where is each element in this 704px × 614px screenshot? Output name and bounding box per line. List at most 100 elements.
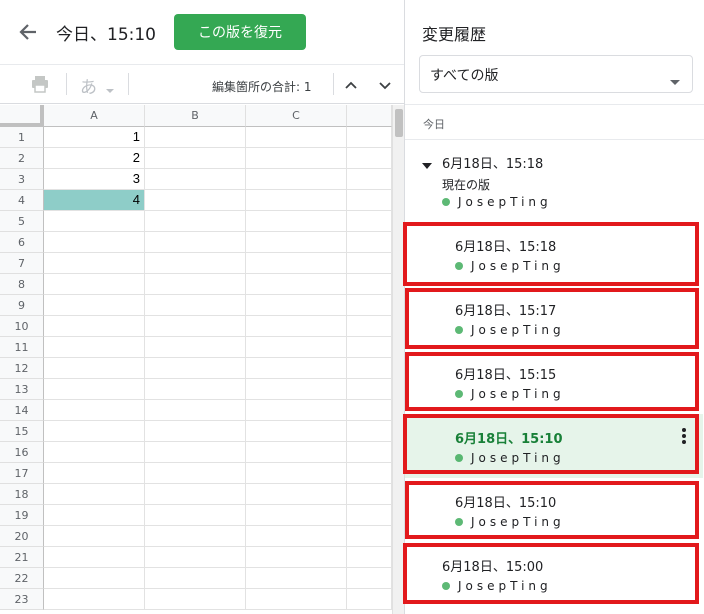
input-tools-button[interactable]: あ [80, 73, 97, 98]
cell[interactable]: 1 [44, 127, 145, 148]
row-header[interactable]: 15 [0, 421, 44, 442]
cell[interactable] [145, 442, 246, 463]
cell[interactable] [246, 547, 347, 568]
cell[interactable] [44, 547, 145, 568]
cell[interactable] [145, 253, 246, 274]
cell[interactable] [347, 526, 392, 547]
cell[interactable] [145, 421, 246, 442]
column-header-c[interactable]: C [246, 105, 347, 127]
cell[interactable] [347, 169, 392, 190]
cell[interactable] [145, 358, 246, 379]
cell[interactable] [44, 589, 145, 610]
cell[interactable] [347, 232, 392, 253]
cell[interactable] [246, 190, 347, 211]
cell[interactable] [347, 253, 392, 274]
column-header-d[interactable] [347, 105, 392, 127]
cell[interactable] [246, 505, 347, 526]
cell[interactable] [44, 295, 145, 316]
cell[interactable]: 4 [44, 190, 145, 211]
version-filter-select[interactable]: すべての版 [419, 55, 693, 93]
print-icon[interactable] [30, 74, 50, 94]
row-header[interactable]: 8 [0, 274, 44, 295]
cell[interactable] [347, 442, 392, 463]
cell[interactable] [145, 148, 246, 169]
cell[interactable] [246, 379, 347, 400]
cell[interactable] [145, 463, 246, 484]
row-header[interactable]: 6 [0, 232, 44, 253]
cell[interactable] [145, 295, 246, 316]
previous-edit-icon[interactable] [342, 77, 360, 93]
cell[interactable] [145, 568, 246, 589]
cell[interactable] [246, 589, 347, 610]
cell[interactable] [347, 589, 392, 610]
cell[interactable] [347, 274, 392, 295]
cell[interactable] [246, 169, 347, 190]
vertical-scrollbar[interactable] [392, 105, 404, 614]
cell[interactable] [44, 421, 145, 442]
cell[interactable] [44, 568, 145, 589]
cell[interactable] [44, 316, 145, 337]
cell[interactable] [246, 358, 347, 379]
restore-version-button[interactable]: この版を復元 [174, 14, 306, 50]
scrollbar-thumb[interactable] [395, 109, 403, 137]
cell[interactable] [246, 421, 347, 442]
cell[interactable] [145, 589, 246, 610]
cell[interactable] [145, 211, 246, 232]
cell[interactable] [347, 484, 392, 505]
row-header[interactable]: 1 [0, 127, 44, 148]
row-header[interactable]: 4 [0, 190, 44, 211]
cell[interactable] [347, 127, 392, 148]
cell[interactable] [145, 400, 246, 421]
cell[interactable] [145, 190, 246, 211]
cell[interactable] [347, 316, 392, 337]
cell[interactable] [145, 337, 246, 358]
select-all-corner[interactable] [0, 105, 44, 127]
cell[interactable]: 3 [44, 169, 145, 190]
cell[interactable] [44, 442, 145, 463]
cell[interactable] [347, 211, 392, 232]
row-header[interactable]: 2 [0, 148, 44, 169]
next-edit-icon[interactable] [376, 77, 394, 93]
cell[interactable] [246, 526, 347, 547]
cell[interactable]: 2 [44, 148, 145, 169]
cell[interactable] [246, 274, 347, 295]
cell[interactable] [145, 232, 246, 253]
cell[interactable] [246, 484, 347, 505]
cell[interactable] [347, 400, 392, 421]
cell[interactable] [44, 463, 145, 484]
cell[interactable] [347, 148, 392, 169]
row-header[interactable]: 9 [0, 295, 44, 316]
cell[interactable] [145, 169, 246, 190]
row-header[interactable]: 11 [0, 337, 44, 358]
cell[interactable] [44, 505, 145, 526]
cell[interactable] [44, 337, 145, 358]
cell[interactable] [246, 253, 347, 274]
cell[interactable] [145, 316, 246, 337]
cell[interactable] [347, 463, 392, 484]
column-header-b[interactable]: B [145, 105, 246, 127]
cell[interactable] [44, 400, 145, 421]
cell[interactable] [347, 421, 392, 442]
row-header[interactable]: 14 [0, 400, 44, 421]
current-version-time[interactable]: 6月18日、15:18 [442, 153, 543, 172]
cell[interactable] [145, 547, 246, 568]
cell[interactable] [44, 526, 145, 547]
cell[interactable] [347, 505, 392, 526]
row-header[interactable]: 12 [0, 358, 44, 379]
cell[interactable] [347, 547, 392, 568]
cell[interactable] [145, 274, 246, 295]
cell[interactable] [347, 295, 392, 316]
row-header[interactable]: 16 [0, 442, 44, 463]
cell[interactable] [347, 568, 392, 589]
cell[interactable] [44, 358, 145, 379]
cell[interactable] [44, 253, 145, 274]
cell[interactable] [347, 379, 392, 400]
cell[interactable] [347, 358, 392, 379]
row-header[interactable]: 20 [0, 526, 44, 547]
cell[interactable] [145, 379, 246, 400]
row-header[interactable]: 5 [0, 211, 44, 232]
row-header[interactable]: 13 [0, 379, 44, 400]
cell[interactable] [44, 484, 145, 505]
back-arrow-icon[interactable] [14, 18, 42, 46]
cell[interactable] [246, 463, 347, 484]
